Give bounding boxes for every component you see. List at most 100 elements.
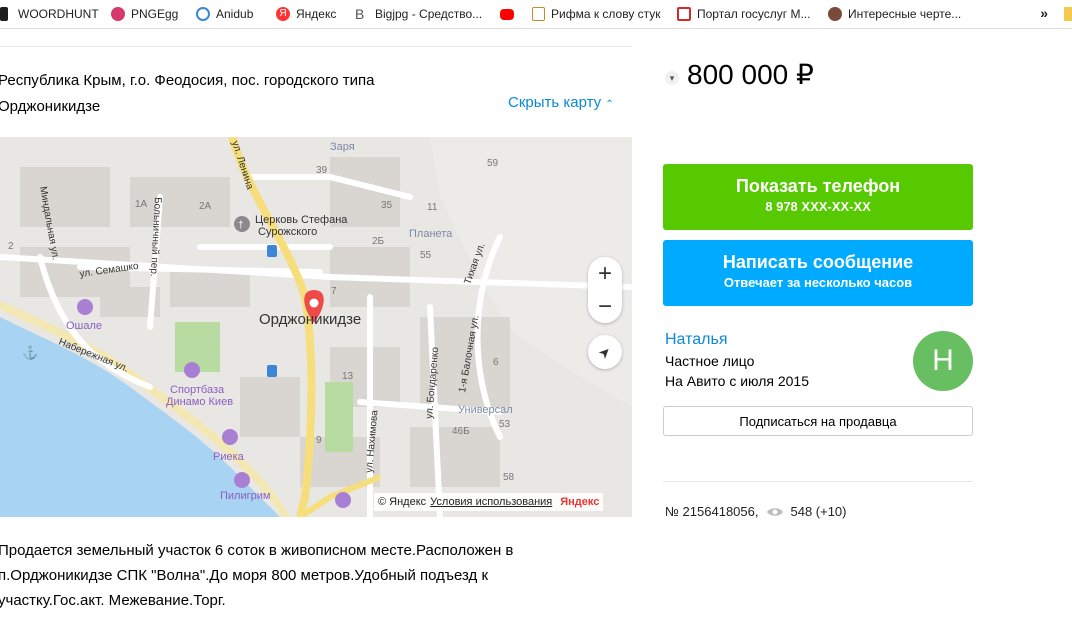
ad-number: № 2156418056, bbox=[665, 504, 759, 519]
zoom-out-button[interactable]: − bbox=[588, 290, 622, 323]
house-number: 53 bbox=[499, 419, 511, 430]
seller-name-link[interactable]: Наталья bbox=[665, 331, 727, 349]
map[interactable]: † Орджоникидзе Церковь Стефана Сурожског… bbox=[0, 137, 632, 517]
bus-stop-icon bbox=[267, 245, 277, 257]
divider bbox=[0, 46, 632, 47]
bookmark-yandex[interactable]: Я Яндекс bbox=[276, 0, 336, 28]
seller-type: Частное лицо bbox=[665, 353, 755, 369]
yandex-logo: Яндекс bbox=[560, 496, 600, 508]
response-time: Отвечает за несколько часов bbox=[723, 275, 913, 290]
house-number: 2Б bbox=[372, 236, 385, 247]
divider bbox=[663, 481, 973, 482]
anchor-icon: ⚓ bbox=[22, 345, 38, 360]
bookmarks-more-button[interactable]: » bbox=[1040, 5, 1048, 21]
bigjpg-icon: B bbox=[355, 6, 365, 22]
bookmark-label: Bigjpg - Средство... bbox=[375, 7, 483, 21]
bookmark-bigjpg[interactable]: B Bigjpg - Средство... bbox=[355, 0, 482, 28]
map-label-planeta: Планета bbox=[409, 228, 453, 240]
bookmark-label: Интересные черте... bbox=[848, 7, 962, 21]
sea-area bbox=[0, 317, 280, 517]
seller-avatar[interactable]: Н bbox=[913, 331, 973, 391]
house-number: 7 bbox=[331, 286, 337, 297]
house-number: 2 bbox=[8, 241, 14, 252]
house-number: 1А bbox=[135, 199, 148, 210]
bookmark-pinterest[interactable]: Интересные черте... bbox=[828, 0, 961, 28]
bookmark-youtube[interactable] bbox=[500, 0, 520, 28]
house-number: 6 bbox=[493, 357, 499, 368]
bookmark-pngegg[interactable]: PNGEgg bbox=[111, 0, 178, 28]
eye-icon bbox=[767, 507, 784, 516]
bookmark-label: Anidub bbox=[216, 7, 254, 21]
hide-map-label: Скрыть карту bbox=[508, 94, 602, 111]
map-label-street-lenina: ул. Ленина bbox=[229, 140, 255, 192]
subscribe-seller-button[interactable]: Подписаться на продавца bbox=[663, 406, 973, 436]
map-label-piligrim: Пилигрим bbox=[220, 490, 270, 502]
geolocation-button[interactable]: ➤ bbox=[588, 335, 622, 369]
map-copyright: © Яндекс bbox=[378, 496, 427, 508]
description-line: п.Орджоникидзе СПК "Волна".До моря 800 м… bbox=[0, 567, 489, 584]
bookmark-label: Портал госуслуг М... bbox=[697, 7, 811, 21]
zoom-control: + − bbox=[588, 257, 622, 323]
write-message-button[interactable]: Написать сообщение Отвечает за несколько… bbox=[663, 240, 973, 306]
write-message-title: Написать сообщение bbox=[722, 252, 914, 272]
map-label-sportbaza-1: Спортбаза bbox=[170, 384, 225, 396]
price-dropdown-chevron-icon[interactable]: ▾ bbox=[665, 71, 679, 85]
view-count: 548 (+10) bbox=[790, 504, 847, 519]
house-number: 46Б bbox=[452, 426, 470, 437]
map-label-zarya: Заря bbox=[330, 141, 355, 153]
bookmark-label: Яндекс bbox=[296, 7, 337, 21]
show-phone-title: Показать телефон bbox=[735, 176, 901, 196]
map-label-sportbaza-2: Динамо Киев bbox=[166, 396, 233, 408]
price: 800 000 ₽ bbox=[687, 59, 814, 90]
pngegg-icon bbox=[111, 7, 125, 21]
hotel-icon bbox=[77, 299, 93, 315]
house-number: 35 bbox=[381, 200, 393, 211]
bookmark-label: Рифма к слову стук bbox=[551, 7, 661, 21]
bookmark-rhyme[interactable]: Рифма к слову стук bbox=[532, 0, 661, 28]
map-canvas: † Орджоникидзе Церковь Стефана Сурожског… bbox=[0, 137, 632, 517]
house-number: 58 bbox=[503, 472, 515, 483]
map-label-universal: Универсал bbox=[458, 404, 513, 416]
listing-description: Продается земельный участок 6 соток в жи… bbox=[0, 538, 558, 613]
bookmark-label: WOORDHUNT bbox=[18, 7, 99, 21]
map-label-rieka: Риека bbox=[213, 451, 245, 463]
woordhunt-icon bbox=[0, 7, 8, 21]
address-line-1: Республика Крым, г.о. Феодосия, пос. гор… bbox=[0, 72, 375, 89]
bookmark-label: PNGEgg bbox=[131, 7, 179, 21]
listing-meta: № 2156418056, 548 (+10) bbox=[665, 504, 847, 519]
bookmark-anidub[interactable]: Anidub bbox=[196, 0, 253, 28]
bookmark-woordhunt[interactable]: WOORDHUNT bbox=[0, 0, 99, 28]
hotel-icon bbox=[222, 429, 238, 445]
bookmark-gosuslugi[interactable]: Портал госуслуг М... bbox=[677, 0, 810, 28]
map-attribution: © Яндекс Условия использования Яндекс bbox=[374, 493, 604, 511]
house-number: 39 bbox=[316, 165, 328, 176]
anidub-icon bbox=[196, 7, 210, 21]
folder-icon[interactable] bbox=[1064, 7, 1072, 21]
description-line: участку.Гос.акт. Межевание.Торг. bbox=[0, 592, 226, 609]
pinterest-avatar-icon bbox=[828, 7, 842, 21]
description-line: Продается земельный участок 6 соток в жи… bbox=[0, 542, 514, 559]
zoom-in-button[interactable]: + bbox=[588, 257, 622, 290]
house-number: 59 bbox=[487, 158, 499, 169]
svg-text:†: † bbox=[238, 220, 244, 231]
map-label-oshale: Ошале bbox=[66, 320, 102, 332]
hotel-icon bbox=[335, 492, 351, 508]
map-label-church-2: Сурожского bbox=[258, 226, 317, 238]
masked-phone: 8 978 XXX-XX-XX bbox=[765, 199, 871, 214]
house-number: 2А bbox=[199, 201, 212, 212]
house-number: 9 bbox=[316, 435, 322, 446]
house-number: 11 bbox=[427, 202, 438, 213]
show-phone-button[interactable]: Показать телефон 8 978 XXX-XX-XX bbox=[663, 164, 973, 230]
location-arrow-icon: ➤ bbox=[594, 341, 615, 362]
map-label-church-1: Церковь Стефана bbox=[255, 214, 348, 226]
bookmarks-bar: WOORDHUNT PNGEgg Anidub Я Яндекс B Bigjp… bbox=[0, 0, 1072, 29]
map-terms-link[interactable]: Условия использования bbox=[430, 496, 552, 508]
hide-map-link[interactable]: Скрыть карту ⌃ bbox=[508, 94, 614, 111]
house-number: 13 bbox=[342, 371, 354, 382]
chevron-up-icon: ⌃ bbox=[605, 99, 614, 110]
sport-icon bbox=[184, 362, 200, 378]
youtube-icon bbox=[500, 8, 514, 20]
seller-since: На Авито с июля 2015 bbox=[665, 373, 809, 389]
house-number: 55 bbox=[420, 250, 432, 261]
bus-stop-icon bbox=[267, 365, 277, 377]
